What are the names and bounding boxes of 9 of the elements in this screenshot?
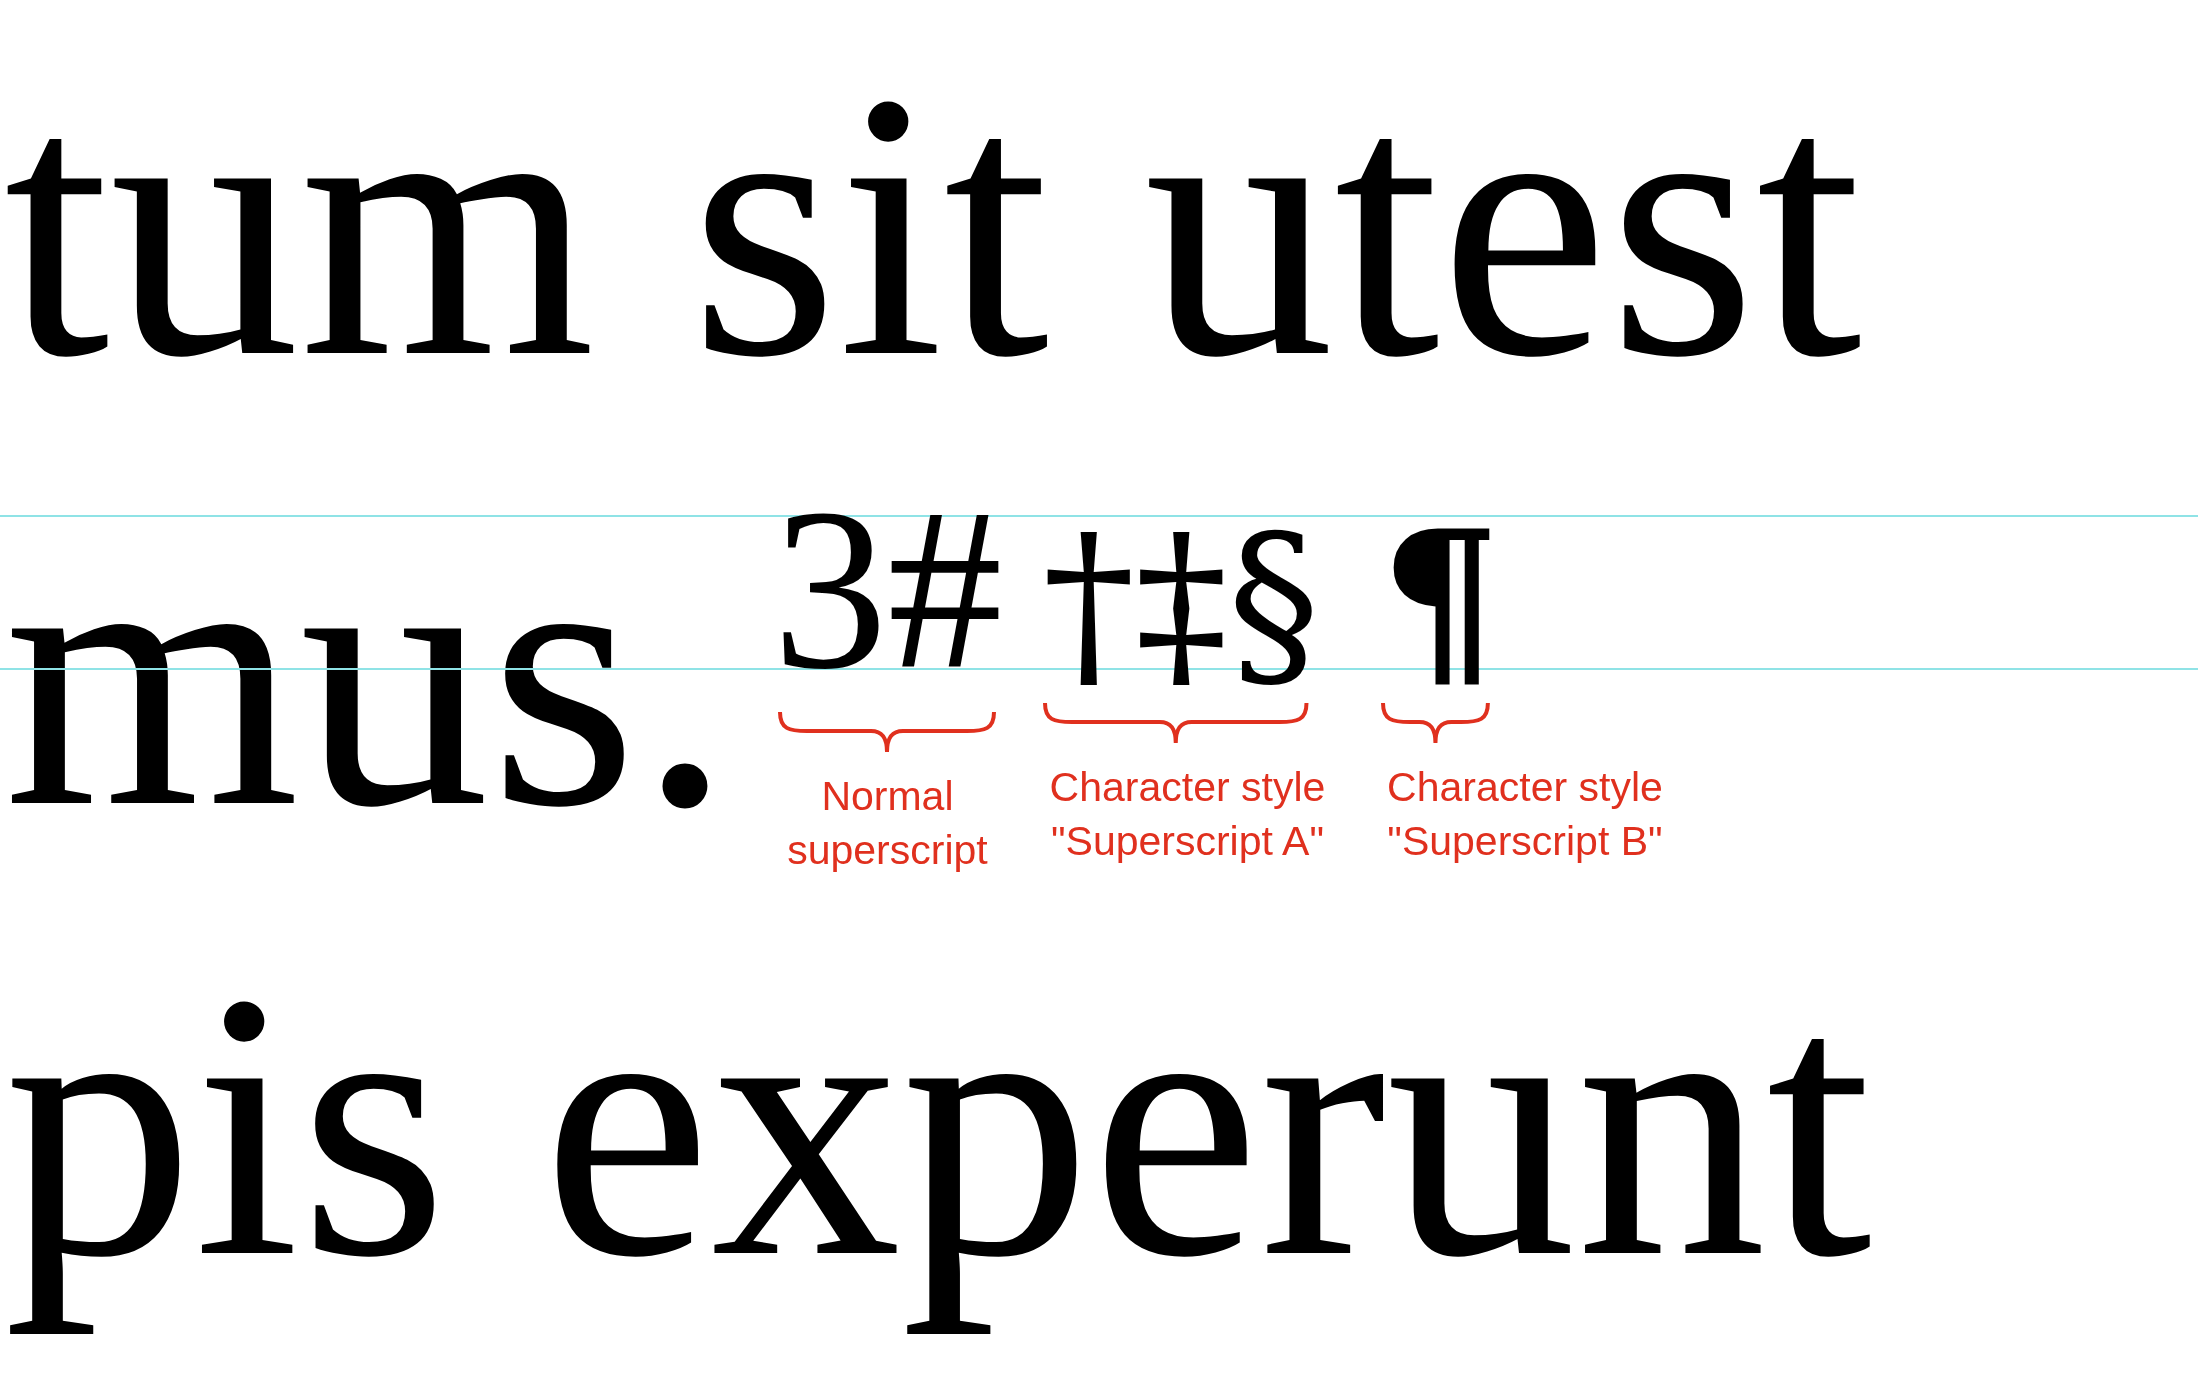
- superscript-text: †‡§: [1042, 520, 1320, 687]
- superscript-text: ¶: [1379, 515, 1501, 686]
- annotation-label: Character style "Superscript A": [1048, 763, 1327, 866]
- text-line: mus.: [4, 464, 733, 885]
- superscript-text: 3#: [772, 486, 1003, 693]
- text-line: pis experunt: [4, 914, 1872, 1335]
- annotation-label: Character style "Superscript B": [1386, 763, 1664, 866]
- annotation-label: Normal superscript: [786, 772, 989, 875]
- text-line: tum sit utest: [4, 14, 1862, 435]
